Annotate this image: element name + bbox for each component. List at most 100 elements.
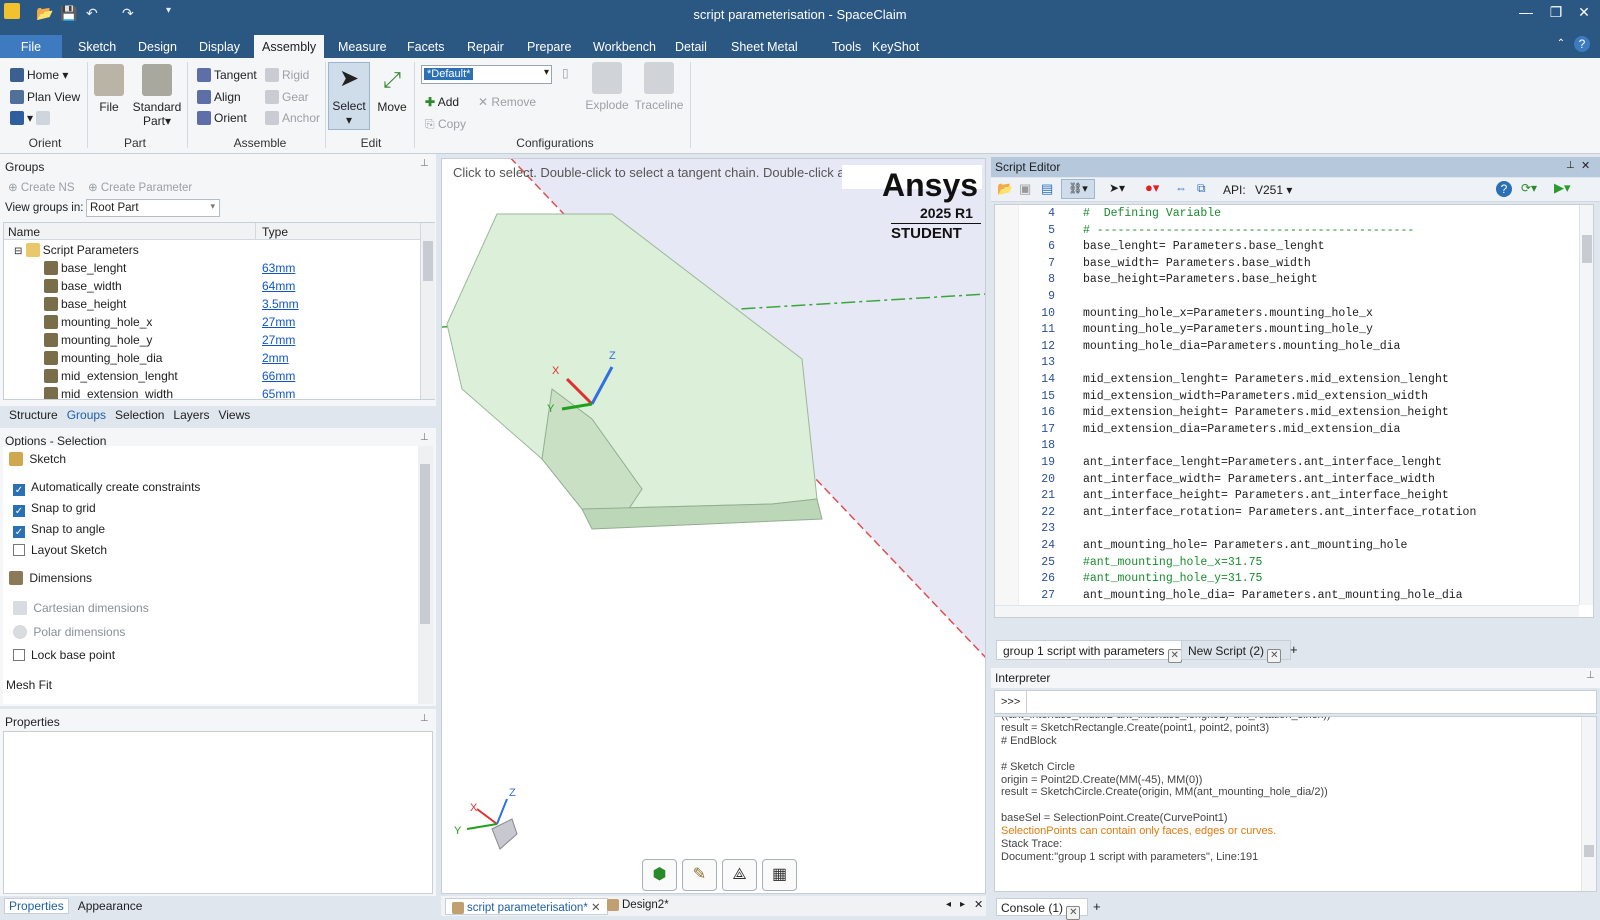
copy-config-button[interactable]: ⎘ Copy [425, 117, 466, 132]
configuration-combo[interactable]: *Default* ▾ [421, 65, 552, 84]
standard-part-button[interactable]: Standard Part▾ [132, 64, 182, 128]
pin-icon[interactable]: ⊥ [420, 158, 429, 169]
checkbox-unchecked[interactable] [13, 544, 25, 556]
tab-prepare[interactable]: Prepare [519, 35, 579, 58]
tab-structure[interactable]: Structure [9, 408, 58, 422]
close-icon[interactable]: ✕ [1581, 159, 1590, 172]
save-icon[interactable]: ▣ [1019, 181, 1031, 197]
option-layout-sketch[interactable]: Layout Sketch [13, 543, 107, 561]
create-ns-button[interactable]: ⊕ Create NS [8, 180, 75, 194]
option-lock-base[interactable]: Lock base point [13, 648, 115, 666]
script-tab-active[interactable]: group 1 script with parameters ✕ [996, 640, 1192, 663]
script-tab-new[interactable]: New Script (2) ✕ [1181, 640, 1292, 663]
tangent-button[interactable]: Tangent [197, 68, 257, 82]
tab-repair[interactable]: Repair [459, 35, 512, 58]
plan-view-button[interactable]: Plan View [10, 90, 80, 104]
step-icon[interactable]: ⇔ [1175, 181, 1187, 195]
traceline-button[interactable]: Traceline [634, 62, 684, 112]
minimize-icon[interactable]: — [1515, 4, 1537, 20]
checkbox-checked[interactable]: ✓ [13, 526, 25, 538]
close-icon[interactable]: ✕ [591, 902, 601, 914]
option-snap-angle[interactable]: ✓ Snap to angle [13, 522, 105, 540]
record-mode-button[interactable]: ⛓▾ [1061, 179, 1095, 199]
tab-workbench[interactable]: Workbench [585, 35, 664, 58]
code-scrollbar[interactable] [1579, 205, 1593, 605]
pin-icon[interactable]: ⊥ [1586, 670, 1595, 681]
tab-keyshot[interactable]: KeyShot [864, 35, 927, 58]
tab-selection[interactable]: Selection [115, 408, 164, 422]
option-snap-grid[interactable]: ✓ Snap to grid [13, 501, 96, 519]
checkbox-unchecked[interactable] [13, 649, 25, 661]
api-select[interactable]: V251 ▾ [1255, 183, 1292, 197]
tab-facets[interactable]: Facets [399, 35, 453, 58]
interpreter-input[interactable] [1026, 691, 1596, 713]
folder-script-parameters[interactable]: ⊟ Script Parameters [14, 243, 139, 261]
tab-display[interactable]: Display [191, 35, 248, 58]
tab-assembly[interactable]: Assembly [254, 35, 325, 58]
share-icon[interactable]: ▤ [1041, 181, 1053, 197]
home-button[interactable]: Home ▾ [10, 68, 68, 82]
code-hscrollbar[interactable] [995, 605, 1579, 617]
parameter-row[interactable]: mounting_hole_y 27mm [4, 333, 414, 351]
view-groups-select[interactable]: Root Part ▾ [86, 199, 220, 217]
viewport[interactable]: X Z Y X Z Y Click to select. Double-clic… [441, 158, 986, 894]
interpreter-output[interactable]: ((ant_interface_width/2-ant_interface_le… [994, 716, 1597, 892]
model-view[interactable]: X Z Y X Z Y [442, 159, 986, 894]
view-cube-button[interactable]: ▾ [10, 111, 53, 125]
add-tab-icon[interactable]: + [1290, 642, 1298, 657]
close-icon[interactable]: ✕ [1267, 649, 1282, 663]
help-icon[interactable]: ? [1496, 181, 1512, 197]
options-scrollbar[interactable] [418, 446, 433, 704]
checkbox-checked[interactable]: ✓ [13, 505, 25, 517]
orientation-triad[interactable]: X Z Y [454, 787, 518, 850]
open-icon[interactable]: 📂 [997, 181, 1013, 197]
script-code-area[interactable]: 4 # Defining Variable 5 # -----------------… [994, 204, 1594, 618]
parameter-row[interactable]: mounting_hole_x 27mm [4, 315, 414, 333]
tab-sketch[interactable]: Sketch [70, 35, 124, 58]
tab-scroll-right-icon[interactable]: ▸ [960, 899, 965, 910]
add-config-button[interactable]: ✚ Add [425, 95, 459, 109]
move-button[interactable]: ⤢ Move [367, 64, 417, 114]
refresh-icon[interactable]: ⟳▾ [1521, 181, 1537, 195]
doc-tab-design2[interactable]: Design2* [607, 899, 669, 911]
option-auto-constraints[interactable]: ✓ Automatically create constraints [13, 480, 200, 498]
doc-tab-active[interactable]: script parameterisation* ✕ [445, 898, 608, 915]
pin-icon[interactable]: ⊥ [420, 432, 429, 443]
solid-mode-button[interactable]: ⬢ [642, 859, 677, 891]
option-cartesian[interactable]: Cartesian dimensions [13, 601, 149, 619]
tab-design[interactable]: Design [130, 35, 185, 58]
pin-icon[interactable]: ⊥ [1566, 160, 1575, 171]
orient-button[interactable]: Orient [197, 111, 247, 125]
tab-detail[interactable]: Detail [667, 35, 715, 58]
restore-icon[interactable]: ❐ [1545, 4, 1567, 21]
console-tab[interactable]: Console (1) ✕ [996, 898, 1089, 920]
gear-button[interactable]: Gear [265, 90, 309, 104]
tab-sheet-metal[interactable]: Sheet Metal [723, 35, 806, 58]
close-icon[interactable]: ✕ [1167, 649, 1182, 663]
tab-measure[interactable]: Measure [330, 35, 395, 58]
close-icon[interactable]: ✕ [974, 898, 983, 911]
parameter-row[interactable]: mid_extension_lenght 66mm [4, 369, 414, 387]
drawing-mode-button[interactable]: ▦ [762, 859, 797, 891]
remove-config-button[interactable]: ✕ Remove [478, 95, 536, 109]
tab-tools[interactable]: Tools [824, 35, 869, 58]
parameter-row[interactable]: base_lenght 63mm [4, 261, 414, 279]
tab-file[interactable]: File [0, 35, 62, 58]
record-icon[interactable]: ●▾ [1145, 180, 1159, 196]
close-icon[interactable]: ✕ [1573, 4, 1595, 21]
select-button[interactable]: ➤ Select ▾ [328, 62, 370, 130]
tab-properties[interactable]: Properties [4, 898, 69, 914]
run-icon[interactable]: ▶▾ [1554, 180, 1571, 196]
section-mode-button[interactable]: ⟁ [722, 859, 757, 891]
sketch-mode-button[interactable]: ✎ [682, 859, 717, 891]
create-parameter-button[interactable]: ⊕ Create Parameter [88, 180, 192, 194]
pin-icon[interactable]: ⊥ [420, 713, 429, 724]
anchor-button[interactable]: Anchor [265, 111, 320, 125]
cursor-icon[interactable]: ➤▾ [1109, 181, 1125, 195]
tab-views[interactable]: Views [218, 408, 250, 422]
close-icon[interactable]: ✕ [1066, 906, 1081, 920]
rigid-button[interactable]: Rigid [265, 68, 309, 82]
option-polar[interactable]: Polar dimensions [13, 625, 125, 643]
checkbox-checked[interactable]: ✓ [13, 484, 25, 496]
help-icon[interactable]: ? [1574, 36, 1590, 52]
